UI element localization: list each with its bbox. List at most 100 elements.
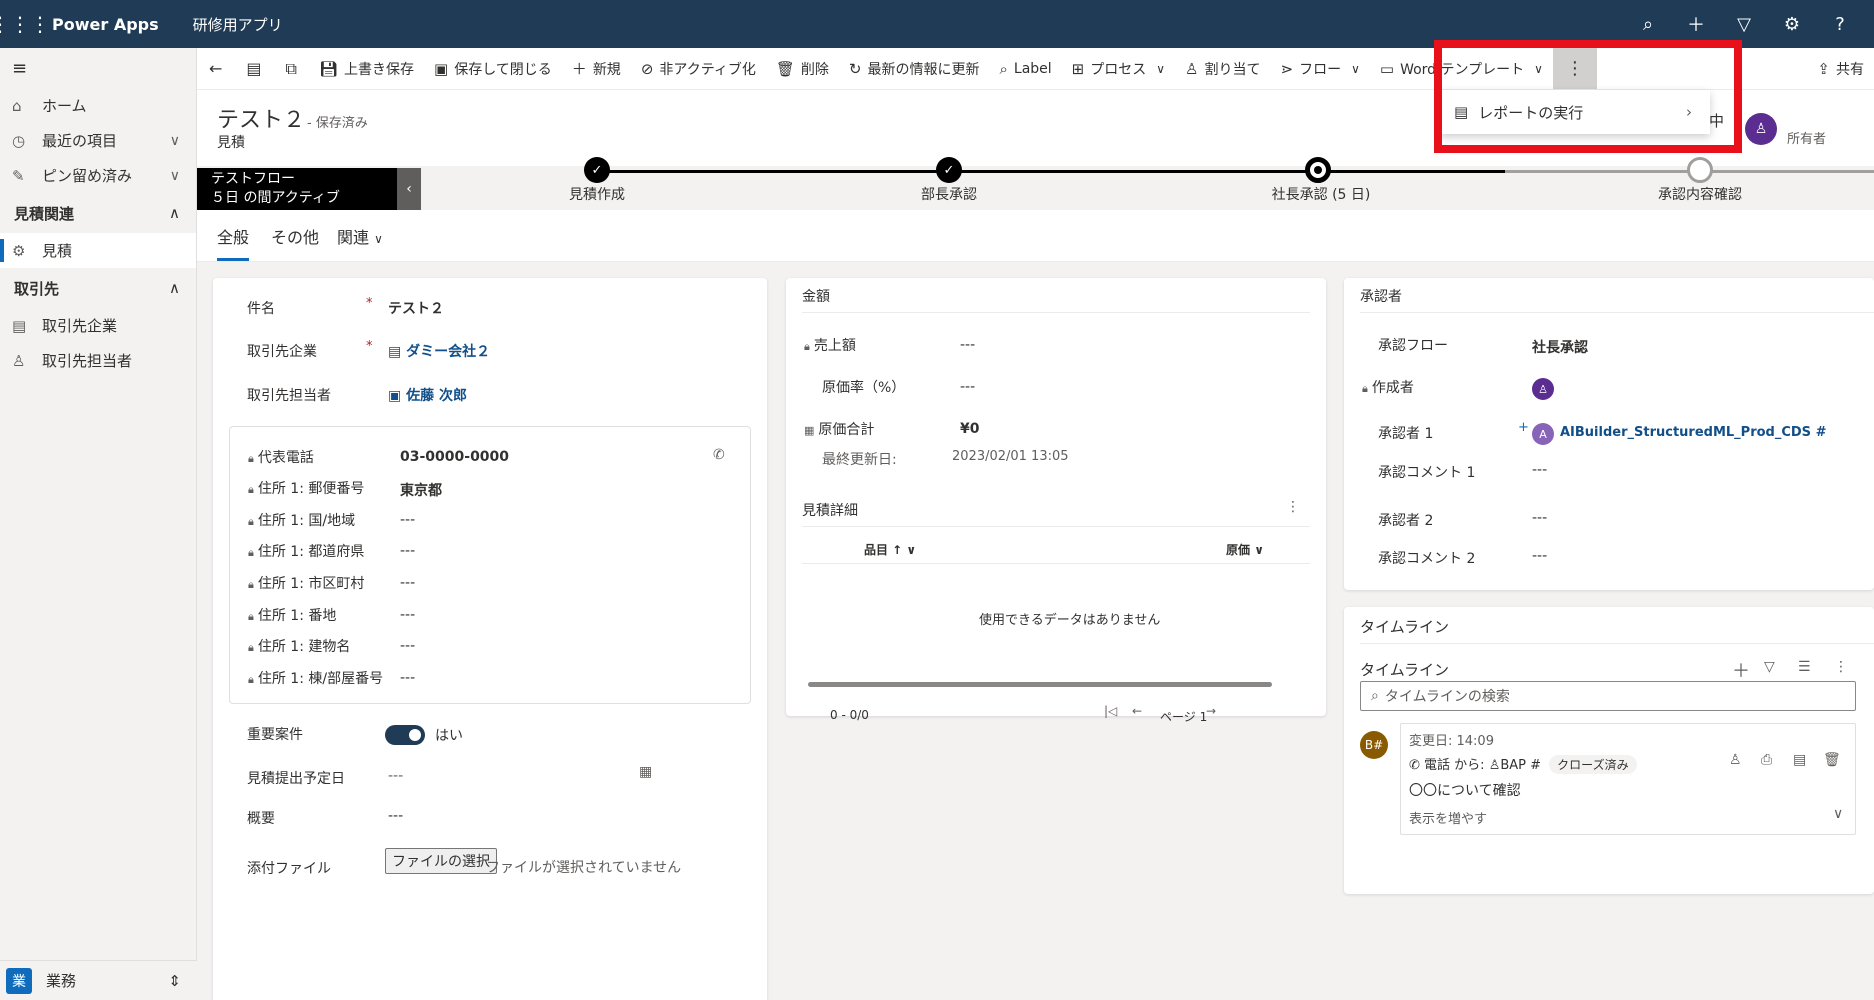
sidebar-item-home[interactable]: ⌂ ホーム bbox=[0, 88, 196, 123]
plus-icon[interactable]: ＋ bbox=[1732, 657, 1750, 683]
subject-field[interactable]: テスト２ bbox=[388, 298, 444, 318]
sales-value[interactable]: --- bbox=[960, 337, 975, 353]
previous-page-icon[interactable]: ← bbox=[1132, 704, 1142, 718]
more-commands-button[interactable]: ⋮ bbox=[1552, 48, 1597, 89]
creator-avatar[interactable]: ♙ bbox=[1532, 378, 1554, 400]
calendar-icon[interactable]: ▦ bbox=[639, 764, 652, 780]
environment-name[interactable]: 研修用アプリ bbox=[193, 14, 283, 35]
bpf-stage-label[interactable]: 見積作成 bbox=[569, 184, 625, 204]
approver1-avatar[interactable]: A bbox=[1532, 423, 1554, 445]
approver1-lookup[interactable]: AIBuilder_StructuredML_Prod_CDS # bbox=[1560, 425, 1826, 440]
approver2-value[interactable]: --- bbox=[1532, 510, 1547, 526]
plus-icon[interactable]: ＋ bbox=[1672, 0, 1720, 48]
settings-icon[interactable]: ⚙ bbox=[1768, 0, 1816, 48]
sidebar-item-pinned[interactable]: ✎ ピン留め済み ∨ bbox=[0, 158, 196, 193]
assign-button[interactable]: ♙ 割り当て bbox=[1175, 48, 1270, 89]
timeline-from-who[interactable]: BAP # bbox=[1500, 758, 1541, 773]
app-name[interactable]: Power Apps bbox=[52, 15, 159, 34]
timeline-search-input[interactable]: ⌕ タイムラインの検索 bbox=[1360, 681, 1856, 711]
sidebar-group-quotes[interactable]: 見積関連 ∧ bbox=[0, 193, 196, 233]
sidebar-group-accounts[interactable]: 取引先 ∧ bbox=[0, 268, 196, 308]
trash-icon[interactable]: 🗑︎ bbox=[1823, 752, 1841, 768]
chevron-right-icon[interactable]: › bbox=[1686, 103, 1692, 121]
comment2-value[interactable]: --- bbox=[1532, 548, 1547, 564]
timeline-item[interactable]: 変更日: 14:09 ✆ 電話 から: ♙BAP # クローズ済み ♙ ⎙ ▤ … bbox=[1400, 723, 1856, 835]
chevron-down-icon[interactable]: ∨ bbox=[170, 168, 180, 184]
summary-field[interactable]: --- bbox=[388, 808, 403, 824]
sort-icon[interactable]: ☰ bbox=[1798, 659, 1811, 675]
run-report-menu-item[interactable]: レポートの実行 bbox=[1478, 102, 1583, 123]
sidebar-item-quote[interactable]: ⚙ 見積 bbox=[0, 233, 196, 268]
form-icon[interactable]: ▤ bbox=[234, 48, 273, 89]
country-value[interactable]: --- bbox=[400, 512, 415, 528]
tab-other[interactable]: その他 bbox=[271, 224, 319, 248]
owner-avatar[interactable]: ♙ bbox=[1745, 113, 1777, 145]
chevron-up-icon[interactable]: ∧ bbox=[169, 279, 180, 297]
process-button[interactable]: ⊞ プロセス ∨ bbox=[1062, 48, 1175, 89]
new-button[interactable]: ＋ 新規 bbox=[562, 48, 631, 89]
due-date-field[interactable]: --- bbox=[388, 768, 403, 784]
chevron-up-icon[interactable]: ∧ bbox=[169, 204, 180, 222]
sidebar-item-recent[interactable]: ◷ 最近の項目 ∨ bbox=[0, 123, 196, 158]
refresh-button[interactable]: ↻ 最新の情報に更新 bbox=[839, 48, 990, 89]
show-more-link[interactable]: 表示を増やす bbox=[1409, 808, 1487, 827]
flow-button[interactable]: ⋗ フロー ∨ bbox=[1271, 48, 1370, 89]
bpf-stage-node-4[interactable] bbox=[1687, 157, 1713, 183]
chevron-down-icon[interactable]: ∨ bbox=[1833, 806, 1843, 822]
sidebar-item-contact[interactable]: ♙ 取引先担当者 bbox=[0, 343, 196, 378]
hamburger-icon[interactable]: ≡ bbox=[0, 48, 196, 88]
filter-icon[interactable]: ▽ bbox=[1720, 0, 1768, 48]
cost-rate-value[interactable]: --- bbox=[960, 379, 975, 395]
more-icon[interactable]: ⋮ bbox=[1834, 659, 1848, 675]
first-page-icon[interactable]: |◁ bbox=[1104, 704, 1117, 718]
comment1-value[interactable]: --- bbox=[1532, 462, 1547, 478]
open-new-window-icon[interactable]: ⧉ bbox=[274, 48, 309, 89]
bpf-stage-node-2[interactable]: ✓ bbox=[936, 157, 962, 183]
more-icon[interactable]: ⋮ bbox=[1286, 499, 1300, 515]
choose-file-button[interactable]: ファイルの選択 bbox=[385, 848, 497, 874]
bpf-flow-box[interactable]: テストフロー ５日 の間アクティブ bbox=[197, 168, 397, 210]
important-toggle[interactable] bbox=[385, 725, 425, 745]
tab-related[interactable]: 関連 ∨ bbox=[337, 224, 383, 248]
share-button[interactable]: ⇪ 共有 bbox=[1807, 48, 1874, 89]
contact-lookup[interactable]: ▣ 佐藤 次郎 bbox=[388, 385, 467, 405]
horizontal-scrollbar[interactable] bbox=[808, 682, 1272, 687]
city-value[interactable]: --- bbox=[400, 575, 415, 591]
area-switcher[interactable]: 業 業務 ⇕ bbox=[0, 960, 197, 1000]
tab-general[interactable]: 全般 bbox=[217, 224, 250, 261]
cost-total-value[interactable]: ¥0 bbox=[960, 421, 979, 437]
prefecture-value[interactable]: --- bbox=[400, 543, 415, 559]
bpf-stage-node-1[interactable]: ✓ bbox=[584, 157, 610, 183]
bpf-stage-label[interactable]: 社長承認 (5 日) bbox=[1272, 184, 1371, 204]
search-icon[interactable]: ⌕ bbox=[1624, 0, 1672, 48]
column-header-item[interactable]: 品目 ↑ ∨ bbox=[864, 541, 916, 558]
back-button[interactable]: ← bbox=[197, 48, 234, 89]
phone-icon[interactable]: ✆ bbox=[713, 447, 725, 463]
sidebar-item-account[interactable]: ▤ 取引先企業 bbox=[0, 308, 196, 343]
bpf-stage-label[interactable]: 承認内容確認 bbox=[1658, 184, 1742, 204]
close-activity-icon[interactable]: ▤ bbox=[1793, 752, 1806, 768]
building-value[interactable]: --- bbox=[400, 638, 415, 654]
save-button[interactable]: 💾︎ 上書き保存 bbox=[309, 48, 424, 89]
save-close-button[interactable]: ▣ 保存して閉じる bbox=[424, 48, 562, 89]
bpf-stage-node-3[interactable] bbox=[1305, 157, 1331, 183]
approval-flow-value[interactable]: 社長承認 bbox=[1532, 337, 1588, 357]
account-lookup[interactable]: ▤ ダミー会社２ bbox=[388, 341, 490, 361]
bpf-stage-label[interactable]: 部長承認 bbox=[921, 184, 977, 204]
filter-icon[interactable]: ▽ bbox=[1764, 659, 1775, 675]
waffle-icon[interactable]: ⋮⋮⋮ bbox=[0, 0, 50, 48]
open-record-icon[interactable]: ⎙ bbox=[1761, 752, 1772, 768]
room-value[interactable]: --- bbox=[400, 670, 415, 686]
next-page-icon[interactable]: → bbox=[1206, 704, 1216, 718]
street-value[interactable]: --- bbox=[400, 607, 415, 623]
chevron-down-icon[interactable]: ∨ bbox=[170, 133, 180, 149]
postal-code-value[interactable]: 東京都 bbox=[400, 480, 442, 500]
label-button[interactable]: ⌕ Label bbox=[989, 48, 1061, 89]
phone-value[interactable]: 03-0000-0000 bbox=[400, 449, 509, 465]
assign-icon[interactable]: ♙ bbox=[1729, 752, 1742, 768]
delete-button[interactable]: 🗑︎ 削除 bbox=[766, 48, 839, 89]
word-template-button[interactable]: ▭ Word テンプレート ∨ bbox=[1370, 48, 1553, 89]
column-header-cost[interactable]: 原価 ∨ bbox=[1226, 541, 1264, 558]
help-icon[interactable]: ? bbox=[1816, 0, 1864, 48]
bpf-collapse-button[interactable]: ‹ bbox=[397, 168, 421, 210]
